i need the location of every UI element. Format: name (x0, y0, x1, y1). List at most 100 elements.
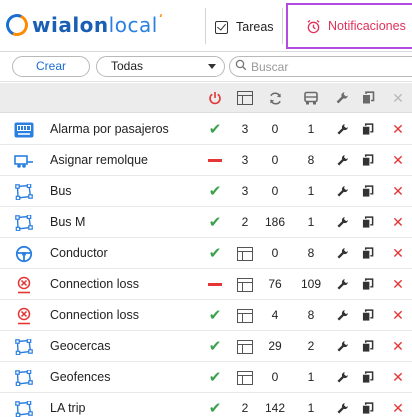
delete-icon[interactable]: ✕ (388, 269, 408, 300)
schedule-icon[interactable] (234, 89, 256, 107)
logo-text-bold: wialon (32, 13, 109, 37)
nav-tab-tasks-label: Tareas (236, 20, 274, 34)
enabled-check-icon: ✔ (208, 307, 222, 324)
wrench-icon[interactable] (332, 393, 352, 417)
steering-wheel-icon (14, 245, 34, 262)
delete-icon[interactable]: ✕ (388, 207, 408, 238)
chevron-down-icon (208, 64, 216, 69)
status-toggle[interactable]: ✔ (205, 393, 225, 417)
delete-icon[interactable]: ✕ (388, 238, 408, 269)
disabled-dash-icon (208, 159, 222, 163)
status-toggle[interactable]: ✔ (205, 300, 225, 331)
notification-name[interactable]: Asignar remolque (50, 145, 148, 176)
wrench-icon[interactable] (332, 207, 352, 238)
table-row[interactable]: Geofences ✔ 0 1 ✕ (0, 362, 412, 393)
copy-icon[interactable] (358, 238, 378, 269)
disabled-dash-icon (208, 283, 222, 287)
alarm-clock-icon (306, 19, 321, 34)
delete-icon[interactable]: ✕ (388, 331, 408, 362)
power-icon[interactable] (205, 89, 225, 107)
copy-icon[interactable] (358, 269, 378, 300)
table-row[interactable]: Geocercas ✔ 29 2 ✕ (0, 331, 412, 362)
status-toggle[interactable] (205, 269, 225, 300)
delete-icon[interactable]: ✕ (388, 89, 408, 107)
notification-name[interactable]: Alarma por pasajeros (50, 114, 169, 145)
notification-name[interactable]: Bus (50, 176, 72, 207)
copy-icon[interactable] (358, 89, 378, 107)
status-toggle[interactable]: ✔ (205, 176, 225, 207)
copy-icon[interactable] (358, 114, 378, 145)
notification-name[interactable]: Geofences (50, 362, 110, 393)
create-button[interactable]: Crear (12, 56, 90, 77)
status-toggle[interactable]: ✔ (205, 362, 225, 393)
unit-count: 8 (307, 246, 315, 260)
status-toggle[interactable]: ✔ (205, 331, 225, 362)
nav-divider (205, 8, 206, 44)
notification-type-select-value: Todas (111, 59, 144, 73)
wrench-icon[interactable] (332, 145, 352, 176)
wrench-icon[interactable] (332, 362, 352, 393)
copy-icon[interactable] (358, 207, 378, 238)
table-row[interactable]: Bus ✔ 3 0 1 ✕ (0, 176, 412, 207)
wialon-local-logo[interactable]: wialonlocal‘ (2, 9, 163, 41)
notification-name[interactable]: Geocercas (50, 331, 110, 362)
notification-name[interactable]: Bus M (50, 207, 85, 238)
vehicle-icon[interactable] (301, 89, 321, 107)
copy-icon[interactable] (358, 176, 378, 207)
enabled-check-icon: ✔ (208, 369, 222, 386)
trigger-count: 76 (268, 277, 282, 291)
logo-ring-icon (2, 10, 32, 40)
table-row[interactable]: Asignar remolque 3 0 8 ✕ (0, 145, 412, 176)
copy-icon[interactable] (358, 300, 378, 331)
unit-count: 1 (307, 215, 315, 229)
delete-icon[interactable]: ✕ (388, 393, 408, 417)
logo-text-light: local (108, 13, 158, 37)
notification-name[interactable]: Connection loss (50, 300, 139, 331)
notification-type-select[interactable]: Todas (96, 56, 225, 77)
refresh-icon[interactable] (265, 89, 285, 107)
wrench-icon[interactable] (332, 300, 352, 331)
notification-name[interactable]: Connection loss (50, 269, 139, 300)
wrench-icon[interactable] (332, 176, 352, 207)
delete-icon[interactable]: ✕ (388, 145, 408, 176)
delete-icon[interactable]: ✕ (388, 176, 408, 207)
enabled-check-icon: ✔ (208, 121, 222, 138)
table-row[interactable]: Conductor ✔ 0 8 ✕ (0, 238, 412, 269)
copy-icon[interactable] (358, 393, 378, 417)
wrench-icon[interactable] (332, 331, 352, 362)
notification-count: 2 (241, 401, 249, 415)
table-row[interactable]: LA trip ✔ 2 142 1 ✕ (0, 393, 412, 417)
nav-tab-notifications[interactable]: Notificaciones (286, 3, 412, 49)
unit-count: 2 (307, 339, 315, 353)
trigger-count: 0 (271, 370, 279, 384)
unit-count: 8 (307, 308, 315, 322)
search-input[interactable] (251, 59, 401, 74)
status-toggle[interactable]: ✔ (205, 114, 225, 145)
wrench-icon[interactable] (332, 269, 352, 300)
table-row[interactable]: Connection loss ✔ 4 8 ✕ (0, 300, 412, 331)
copy-icon[interactable] (358, 331, 378, 362)
table-row[interactable]: Connection loss 76 109 ✕ (0, 269, 412, 300)
status-toggle[interactable]: ✔ (205, 238, 225, 269)
delete-icon[interactable]: ✕ (388, 300, 408, 331)
copy-icon[interactable] (358, 145, 378, 176)
wrench-icon[interactable] (332, 114, 352, 145)
search-box[interactable] (229, 56, 412, 77)
table-row[interactable]: Alarma por pasajeros ✔ 3 0 1 ✕ (0, 114, 412, 145)
table-row[interactable]: Bus M ✔ 2 186 1 ✕ (0, 207, 412, 238)
delete-icon[interactable]: ✕ (388, 114, 408, 145)
nav-tab-tasks[interactable]: Tareas (215, 15, 274, 39)
status-toggle[interactable] (205, 145, 225, 176)
trigger-count: 142 (264, 401, 286, 415)
wrench-icon[interactable] (332, 238, 352, 269)
status-toggle[interactable]: ✔ (205, 207, 225, 238)
notification-count: 3 (241, 122, 249, 136)
wrench-icon[interactable] (332, 89, 352, 107)
notification-name[interactable]: Conductor (50, 238, 108, 269)
copy-icon[interactable] (358, 362, 378, 393)
notification-name[interactable]: LA trip (50, 393, 85, 417)
schedule-icon (234, 300, 256, 331)
delete-icon[interactable]: ✕ (388, 362, 408, 393)
trigger-count: 4 (271, 308, 279, 322)
filter-toolbar: Crear Todas (0, 52, 412, 82)
